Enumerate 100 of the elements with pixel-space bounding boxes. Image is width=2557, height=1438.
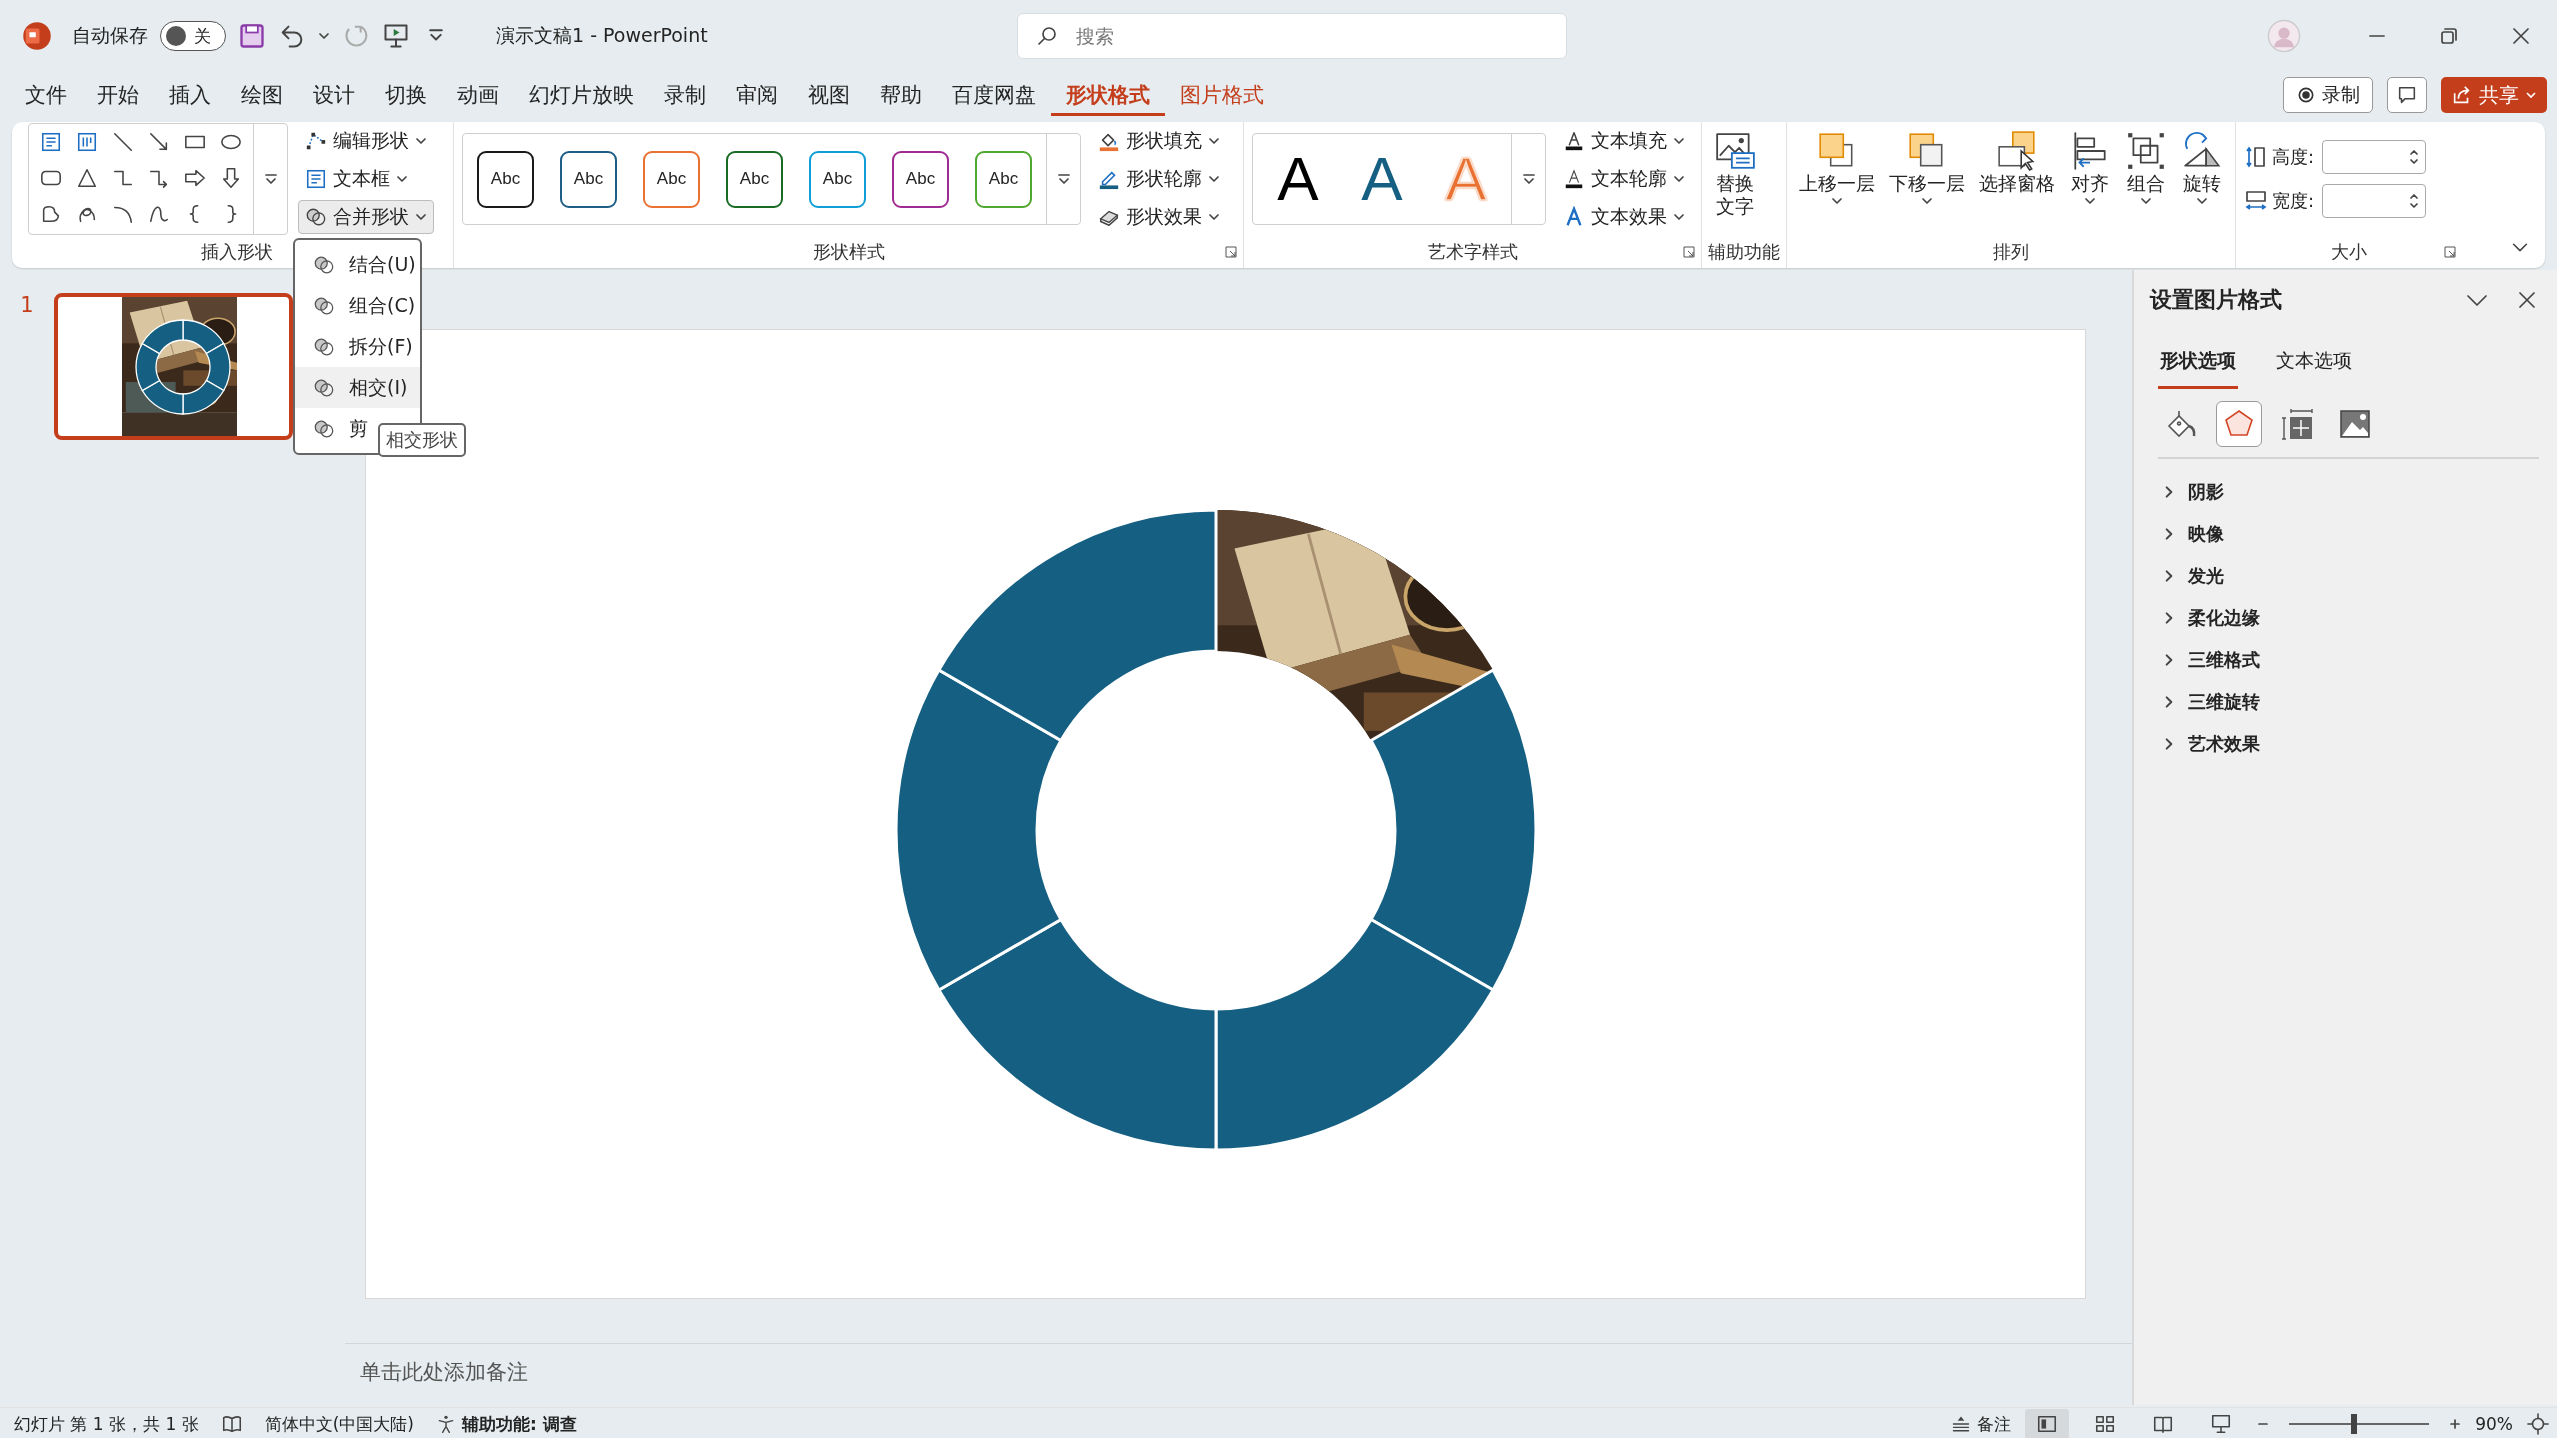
search-field[interactable]: 搜索 [1017, 13, 1567, 59]
size-field[interactable] [2322, 184, 2427, 218]
ribbon-tab[interactable]: 绘图 [226, 74, 298, 116]
selection-pane-icon [1996, 130, 2038, 172]
style-swatch[interactable]: Abc [477, 150, 534, 208]
ribbon-tab[interactable]: 动画 [442, 74, 514, 116]
ribbon-button[interactable]: 合并形状 [298, 200, 434, 234]
launcher-icon[interactable] [1683, 246, 1695, 258]
ribbon-button[interactable]: 文本填充 [1556, 124, 1692, 158]
save-icon[interactable] [238, 22, 266, 50]
ribbon-tab[interactable]: 图片格式 [1165, 74, 1279, 116]
launcher-icon[interactable] [2444, 246, 2456, 258]
caret-icon[interactable] [318, 30, 330, 42]
text-fill-icon [1563, 130, 1585, 152]
ribbon-button[interactable]: 文本轮廓 [1556, 162, 1692, 196]
ribbon-button[interactable]: 形状效果 [1091, 200, 1227, 234]
ribbon-button[interactable]: 选择窗格 [1975, 128, 2059, 197]
ribbon-button[interactable]: 替换文字 [1710, 128, 1760, 220]
style-swatch[interactable]: Abc [809, 150, 866, 208]
ribbon-button[interactable]: 形状填充 [1091, 124, 1227, 158]
section-header[interactable]: 柔化边缘 [2150, 597, 2539, 639]
slide-counter: 幻灯片 第 1 张，共 1 张 [14, 1412, 199, 1436]
ribbon-tab[interactable]: 视图 [793, 74, 865, 116]
ribbon-button[interactable]: 编辑形状 [298, 124, 434, 158]
presentation-icon[interactable] [382, 22, 410, 50]
ribbon-tab[interactable]: 审阅 [721, 74, 793, 116]
record-button[interactable]: 录制 [2283, 77, 2373, 113]
ribbon-button[interactable]: 文本框 [298, 162, 434, 196]
vertical-textbox-icon[interactable] [76, 131, 98, 153]
menu-item[interactable]: 拆分(F) [295, 326, 420, 367]
ribbon-tab[interactable]: 幻灯片放映 [514, 74, 649, 116]
menu-item[interactable]: 结合(U) [295, 244, 420, 285]
arrow-icon[interactable] [148, 131, 170, 153]
size-field[interactable] [2322, 140, 2427, 174]
merge-shapes-icon [305, 206, 327, 228]
zoom-level[interactable]: 90% [2475, 1414, 2513, 1434]
ribbon-tab[interactable]: 文件 [10, 74, 82, 116]
ribbon-tab[interactable]: 形状格式 [1051, 74, 1165, 116]
ribbon-button[interactable]: 对齐 [2065, 128, 2115, 209]
comments-button[interactable] [2387, 77, 2427, 113]
share-button[interactable]: 共享 [2441, 77, 2547, 113]
section-header[interactable]: 三维格式 [2150, 639, 2539, 681]
section-header[interactable]: 映像 [2150, 513, 2539, 555]
menu-item[interactable]: 相交(I) [295, 367, 420, 408]
field-label: 宽度: [2272, 189, 2315, 213]
caret-icon [1208, 135, 1220, 147]
slide-thumbnail[interactable] [54, 293, 293, 440]
ribbon-tab[interactable]: 设计 [298, 74, 370, 116]
notes-field[interactable]: 单击此处添加备注 [345, 1343, 2132, 1405]
ribbon-button[interactable]: 组合 [2121, 128, 2171, 209]
ribbon-button[interactable]: 旋转 [2177, 128, 2227, 209]
ribbon-button[interactable]: 文本效果 [1556, 200, 1692, 234]
slideshow-icon [2210, 1413, 2233, 1435]
wordart-style[interactable]: A [1263, 139, 1333, 219]
caret-icon [1673, 211, 1685, 223]
pane-title: 设置图片格式 [2150, 286, 2282, 314]
ribbon-tab[interactable]: 百度网盘 [937, 74, 1051, 116]
category-tab[interactable] [2216, 401, 2262, 447]
notes-button[interactable]: 备注 [1951, 1412, 2012, 1436]
right-arrow-icon[interactable] [184, 167, 206, 189]
wordart-style[interactable]: A [1347, 139, 1417, 219]
language-label[interactable]: 简体中文(中国大陆) [264, 1412, 414, 1436]
launcher-icon[interactable] [1225, 246, 1237, 258]
pane-tab[interactable]: 文本选项 [2274, 340, 2354, 389]
fit-to-window-icon[interactable] [2527, 1413, 2549, 1435]
ribbon-button[interactable]: 下移一层 [1885, 128, 1969, 209]
spinner-icon[interactable] [2409, 147, 2420, 167]
ribbon-tab[interactable]: 开始 [82, 74, 154, 116]
style-swatch[interactable]: Abc [975, 150, 1032, 208]
view-button[interactable] [2025, 1409, 2070, 1438]
ribbon-tab[interactable]: 帮助 [865, 74, 937, 116]
group-label: 大小 [2331, 240, 2367, 264]
textbox-icon[interactable] [40, 131, 62, 153]
section-header[interactable]: 发光 [2150, 555, 2539, 597]
line-icon[interactable] [112, 131, 134, 153]
section-header[interactable]: 阴影 [2150, 471, 2539, 513]
accessibility-button[interactable]: 辅助功能: 调查 [435, 1412, 577, 1436]
freeform-icon[interactable] [40, 203, 62, 225]
style-swatch[interactable]: Abc [643, 150, 700, 208]
down-arrow-icon[interactable] [220, 167, 242, 189]
style-swatch[interactable]: Abc [726, 150, 783, 208]
ribbon-tab[interactable]: 切换 [370, 74, 442, 116]
pane-tab[interactable]: 形状选项 [2158, 340, 2238, 389]
ribbon-tab[interactable]: 插入 [154, 74, 226, 116]
menu-item[interactable]: 组合(C) [295, 285, 420, 326]
section-header[interactable]: 艺术效果 [2150, 723, 2539, 765]
ribbon-tab[interactable]: 录制 [649, 74, 721, 116]
triangle-icon[interactable] [76, 167, 98, 189]
zoom-thumb[interactable] [2350, 1414, 2357, 1434]
curve-icon[interactable] [148, 203, 170, 225]
document-title: 演示文稿1 - PowerPoint [496, 23, 708, 48]
book-icon[interactable] [220, 1413, 243, 1435]
ribbon-button[interactable]: 形状轮廓 [1091, 162, 1227, 196]
spinner-icon[interactable] [2409, 191, 2420, 211]
style-swatch[interactable]: Abc [560, 150, 617, 208]
ribbon-button[interactable]: 上移一层 [1795, 128, 1879, 209]
section-header[interactable]: 三维旋转 [2150, 681, 2539, 723]
zoom-in-icon[interactable] [2449, 1418, 2462, 1430]
autosave-toggle[interactable]: 关 [160, 21, 226, 51]
style-swatch[interactable]: Abc [892, 150, 949, 208]
